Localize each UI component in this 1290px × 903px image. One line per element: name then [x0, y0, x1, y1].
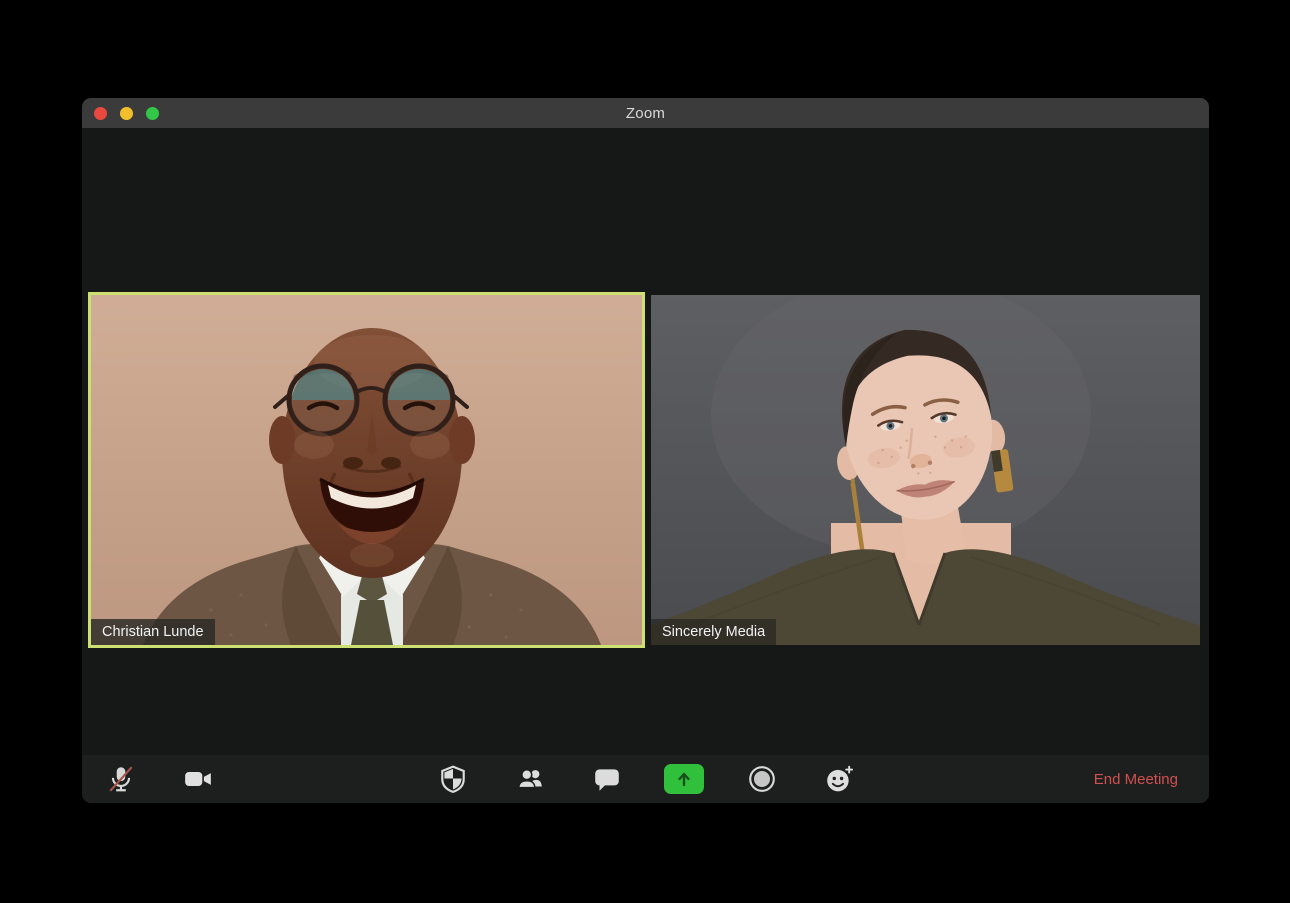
stop-video-button[interactable]	[178, 755, 218, 803]
video-tile-active-speaker[interactable]: Christian Lunde	[88, 292, 645, 648]
zoom-meeting-window: Zoom Christian Lunde Sincerely Media End…	[82, 98, 1209, 803]
unmute-button[interactable]	[101, 755, 141, 803]
reactions-button[interactable]	[819, 755, 859, 803]
chat-bubble-icon	[595, 769, 619, 791]
participant-video-sincerely	[651, 295, 1200, 645]
video-tile-participant[interactable]: Sincerely Media	[651, 295, 1200, 645]
share-screen-button[interactable]	[664, 755, 704, 803]
window-title: Zoom	[625, 104, 666, 122]
security-button[interactable]	[433, 755, 473, 803]
desktop: Zoom Christian Lunde Sincerely Media End…	[0, 0, 1290, 903]
record-icon	[749, 766, 775, 792]
traffic-lights	[94, 98, 159, 128]
share-screen-icon	[664, 764, 704, 794]
participant-video-christian	[91, 295, 642, 645]
record-button[interactable]	[742, 755, 782, 803]
participants-button[interactable]	[510, 755, 550, 803]
participants-icon	[517, 769, 542, 789]
participant-name-label: Christian Lunde	[91, 619, 215, 645]
fullscreen-window-button[interactable]	[146, 106, 159, 120]
end-meeting-button[interactable]: End Meeting	[1088, 755, 1184, 803]
titlebar[interactable]: Zoom	[82, 98, 1209, 128]
reactions-smiley-icon	[827, 765, 854, 792]
minimize-window-button[interactable]	[120, 106, 133, 120]
close-window-button[interactable]	[94, 106, 107, 120]
security-shield-icon	[441, 765, 465, 793]
microphone-muted-icon	[109, 766, 133, 792]
participant-name-label: Sincerely Media	[651, 619, 777, 645]
video-camera-icon	[185, 772, 211, 786]
video-stage: Christian Lunde Sincerely Media	[82, 128, 1209, 755]
chat-button[interactable]	[587, 755, 627, 803]
meeting-toolbar: End Meeting	[82, 755, 1209, 803]
